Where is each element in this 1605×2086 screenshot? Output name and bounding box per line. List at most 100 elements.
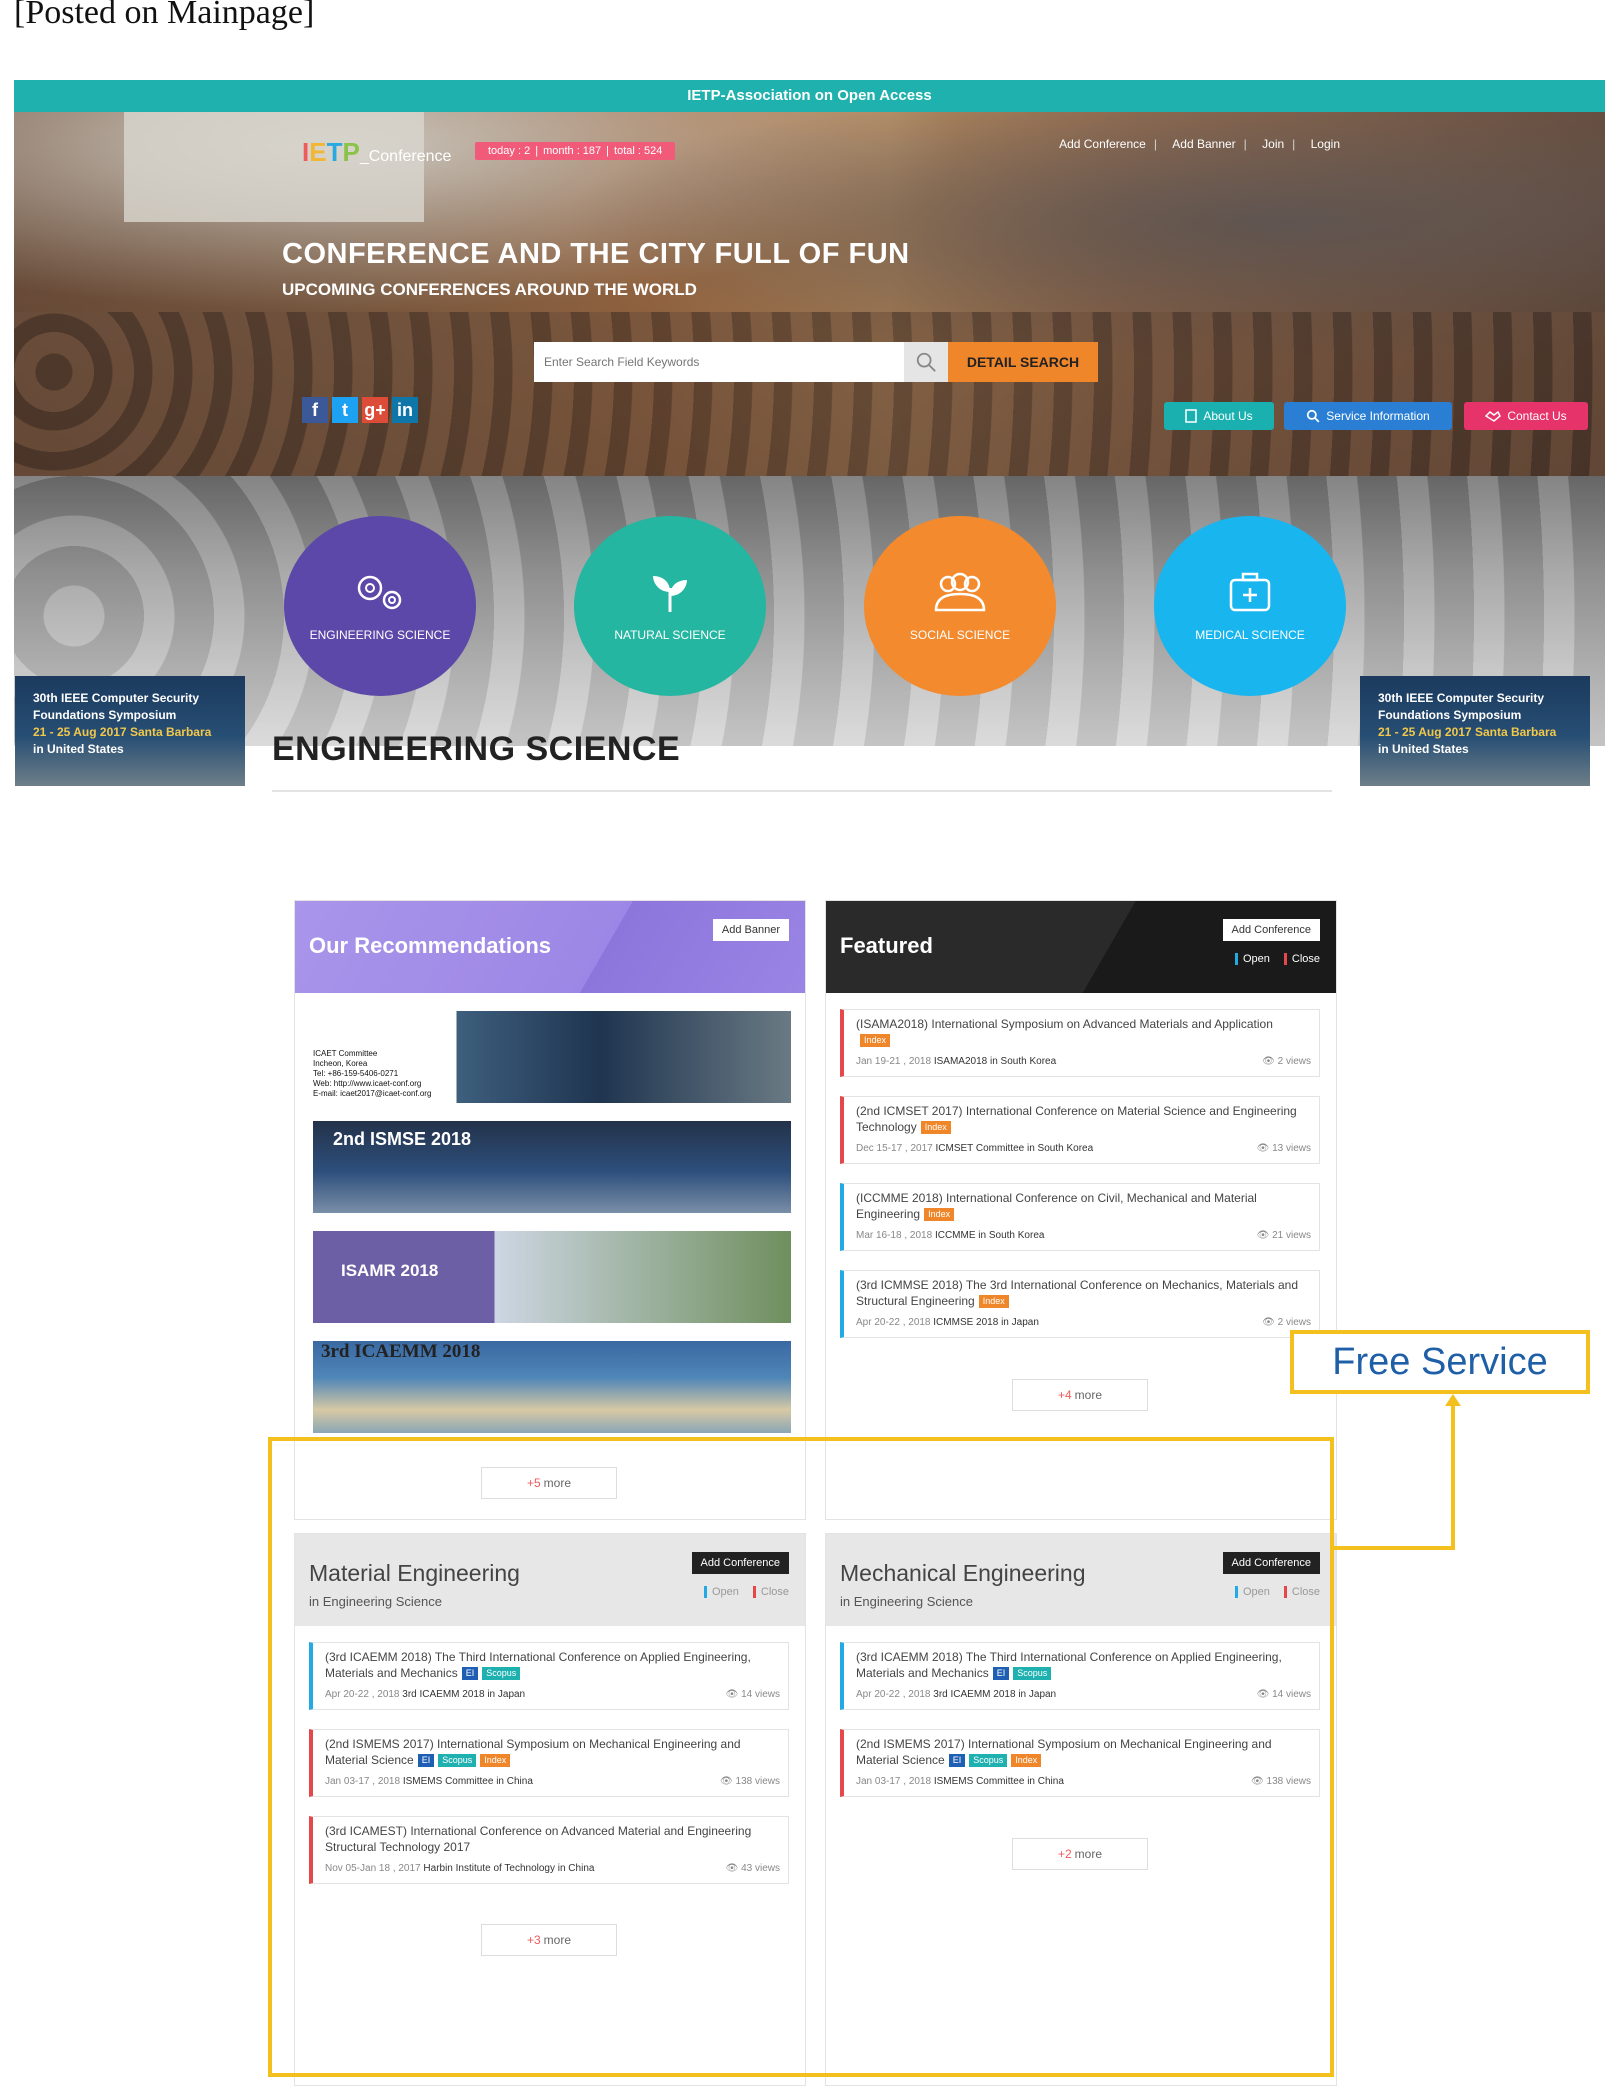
item-organizer: ICMMSE 2018 in Japan — [933, 1317, 1039, 1328]
social-links: f t g+ in — [302, 397, 418, 423]
connector-line — [1334, 1546, 1455, 1550]
add-conference-link[interactable]: Add Conference — [1059, 137, 1146, 151]
item-title: (ICCMME 2018) International Conference o… — [856, 1191, 1257, 1221]
stat-today: today : 2 — [488, 145, 531, 157]
category-label: MEDICAL SCIENCE — [1195, 628, 1305, 642]
arrow-up-icon — [1445, 1394, 1461, 1406]
free-service-label: Free Service — [1290, 1330, 1590, 1394]
medical-kit-icon — [1229, 572, 1271, 612]
banner-title: 2nd ISMSE 2018 — [333, 1129, 472, 1149]
index-tag: Index — [924, 1208, 955, 1222]
logo-letter: T — [326, 137, 343, 167]
add-conference-button[interactable]: Add Conference — [1222, 919, 1320, 941]
banner-title: ISAMR 2018 — [341, 1261, 439, 1280]
banner-isamr[interactable]: ISAMR 2018 — [313, 1231, 791, 1323]
item-organizer: ICCMME in South Korea — [934, 1230, 1045, 1241]
google-plus-icon[interactable]: g+ — [362, 397, 388, 423]
caption: [Posted on Mainpage] — [14, 0, 315, 31]
gears-icon — [357, 575, 402, 610]
side-ad-date: 21 - 25 Aug 2017 Santa Barbara — [1378, 725, 1557, 739]
item-date: Jan 19-21 , 2018 — [856, 1056, 932, 1067]
more-label: more — [1074, 1388, 1103, 1402]
list-item[interactable]: (2nd ICMSET 2017) International Conferen… — [840, 1096, 1320, 1164]
banner-title: 3rd ICAEMM 2018 — [321, 1341, 481, 1362]
add-banner-link[interactable]: Add Banner — [1172, 137, 1235, 151]
hero-banner: IETP_Conference today : 2 | month : 187 | to… — [14, 112, 1605, 476]
linkedin-icon[interactable]: in — [392, 397, 418, 423]
item-date: Mar 16-18 , 2018 — [856, 1230, 933, 1241]
about-us-label: About Us — [1203, 409, 1253, 423]
add-banner-button[interactable]: Add Banner — [712, 919, 789, 941]
visit-stats: today : 2 | month : 187 | total : 524 — [475, 142, 676, 160]
list-item[interactable]: (3rd ICMMSE 2018) The 3rd International … — [840, 1270, 1320, 1338]
detail-search-button[interactable]: DETAIL SEARCH — [948, 342, 1098, 382]
service-information-button[interactable]: Service Information — [1284, 402, 1452, 430]
section-title: ENGINEERING SCIENCE — [272, 730, 681, 768]
featured-header: Featured Add Conference Open Close — [826, 901, 1336, 993]
site-logo[interactable]: IETP_Conference — [302, 137, 451, 168]
stat-month: month : 187 — [543, 145, 602, 157]
contact-us-label: Contact Us — [1507, 409, 1567, 423]
side-ad-line: Foundations Symposium — [33, 708, 177, 722]
association-bar: IETP-Association on Open Access — [14, 80, 1605, 112]
featured-title: Featured — [840, 933, 933, 958]
banner-ismse[interactable]: 2nd ISMSE 2018 — [313, 1121, 791, 1213]
featured-more-button[interactable]: +4 more — [1012, 1379, 1148, 1411]
category-natural-science[interactable]: NATURAL SCIENCE — [574, 516, 766, 696]
list-item[interactable]: (ICCMME 2018) International Conference o… — [840, 1183, 1320, 1251]
side-ad-location: in United States — [33, 742, 124, 756]
list-item[interactable]: (ISAMA2018) International Symposium on A… — [840, 1009, 1320, 1077]
side-ad-line: Foundations Symposium — [1378, 708, 1522, 722]
side-ad-location: in United States — [1378, 742, 1469, 756]
item-title: (3rd ICMMSE 2018) The 3rd International … — [856, 1278, 1299, 1308]
contact-us-button[interactable]: Contact Us — [1464, 402, 1588, 430]
recommendations-panel: Our Recommendations Add Banner ICAET Com… — [294, 900, 806, 1520]
side-ad-line: 30th IEEE Computer Security — [33, 691, 200, 705]
side-banner-left[interactable]: 30th IEEE Computer Security Foundations … — [15, 676, 245, 786]
people-icon — [934, 572, 986, 612]
twitter-icon[interactable]: t — [332, 397, 358, 423]
logo-letter: E — [309, 137, 327, 167]
free-service-highlight — [268, 1437, 1334, 2077]
item-views: 13 views — [1272, 1143, 1311, 1154]
recommendations-title: Our Recommendations — [309, 933, 552, 958]
item-organizer: ICMSET Committee in South Korea — [935, 1143, 1094, 1154]
side-ad-line: 30th IEEE Computer Security — [1378, 691, 1545, 705]
category-medical-science[interactable]: MEDICAL SCIENCE — [1154, 516, 1346, 696]
item-date: Dec 15-17 , 2017 — [856, 1143, 933, 1154]
item-views: 2 views — [1277, 1056, 1311, 1067]
category-label: ENGINEERING SCIENCE — [309, 628, 451, 642]
search-button[interactable] — [904, 342, 948, 382]
featured-panel: Featured Add Conference Open Close (ISAM… — [825, 900, 1337, 1520]
facebook-icon[interactable]: f — [302, 397, 328, 423]
search-icon — [916, 352, 936, 372]
category-engineering-science[interactable]: ENGINEERING SCIENCE — [284, 516, 476, 696]
banner-icaet[interactable]: ICAET Committee Incheon, Korea Tel: +86-… — [313, 1011, 791, 1103]
document-icon — [1185, 409, 1198, 423]
banner-contact-text: ICAET Committee Incheon, Korea Tel: +86-… — [313, 1049, 432, 1098]
handshake-icon — [1485, 410, 1502, 422]
index-tag: Index — [860, 1034, 891, 1048]
item-title: (ISAMA2018) International Symposium on A… — [856, 1017, 1273, 1031]
login-link[interactable]: Login — [1311, 137, 1340, 151]
category-social-science[interactable]: SOCIAL SCIENCE — [864, 516, 1056, 696]
search-input[interactable] — [534, 342, 904, 382]
side-banner-right[interactable]: 30th IEEE Computer Security Foundations … — [1360, 676, 1590, 786]
index-tag: Index — [978, 1295, 1009, 1309]
banner-icaemm[interactable]: 3rd ICAEMM 2018 — [313, 1341, 791, 1433]
item-views: 21 views — [1272, 1230, 1311, 1241]
more-count: +4 — [1057, 1388, 1072, 1402]
recommendations-header: Our Recommendations Add Banner — [295, 901, 805, 993]
category-label: NATURAL SCIENCE — [614, 628, 726, 642]
index-tag: Index — [920, 1121, 951, 1135]
hero-subtitle: UPCOMING CONFERENCES AROUND THE WORLD — [282, 280, 697, 299]
search-icon — [1307, 409, 1320, 423]
about-us-button[interactable]: About Us — [1164, 402, 1274, 430]
item-organizer: ISAMA2018 in South Korea — [933, 1056, 1057, 1067]
join-link[interactable]: Join — [1262, 137, 1284, 151]
logo-suffix: _Conference — [359, 148, 452, 165]
connector-line — [1451, 1400, 1455, 1550]
side-ad-date: 21 - 25 Aug 2017 Santa Barbara — [33, 725, 212, 739]
plant-icon — [653, 576, 687, 612]
stat-total: total : 524 — [614, 145, 663, 157]
